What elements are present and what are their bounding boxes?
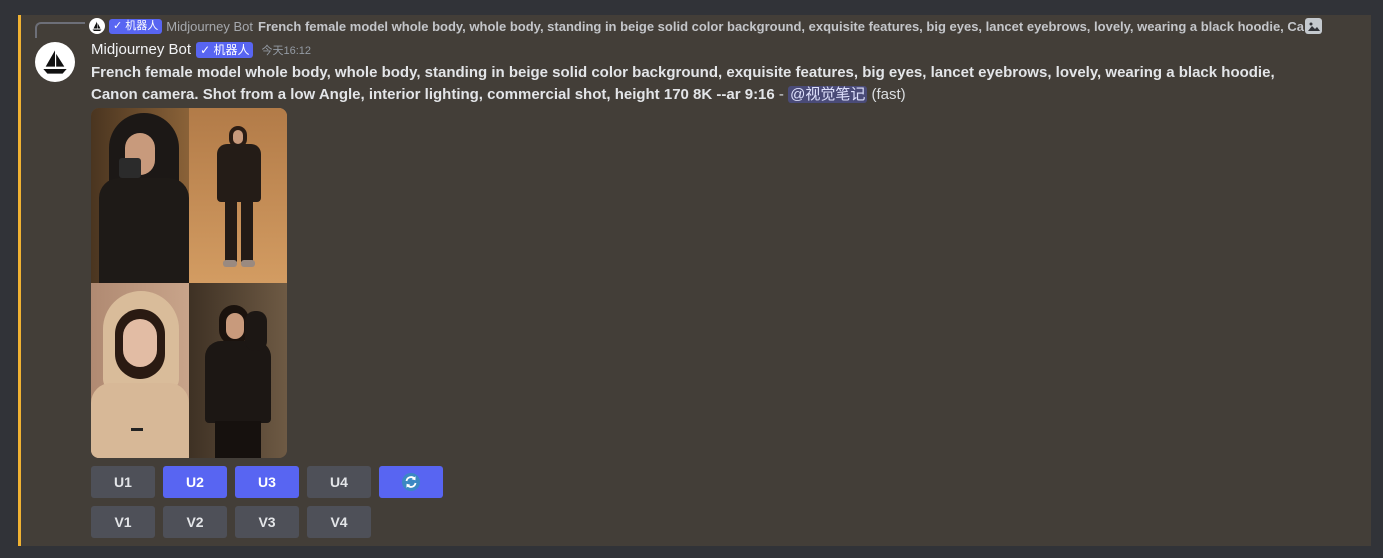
u1-button[interactable]: U1 <box>91 466 155 498</box>
mode-label: (fast) <box>867 86 906 103</box>
variation-button-row: V1 V2 V3 V4 <box>91 506 371 538</box>
reply-reference[interactable]: ✓ 机器人 Midjourney Bot French female model… <box>89 17 1329 35</box>
prompt-text: French female model whole body, whole bo… <box>91 64 1275 103</box>
bot-badge: ✓ 机器人 <box>196 41 254 58</box>
grid-image-4[interactable] <box>189 283 287 458</box>
bot-badge: ✓ 机器人 <box>109 18 163 34</box>
v4-button[interactable]: V4 <box>307 506 371 538</box>
sailboat-icon <box>92 21 102 31</box>
bot-avatar[interactable] <box>35 42 75 82</box>
reply-connector <box>35 22 85 38</box>
v3-button[interactable]: V3 <box>235 506 299 538</box>
sailboat-icon <box>43 50 67 74</box>
image-icon <box>1305 18 1322 34</box>
grid-image-1[interactable] <box>91 108 189 283</box>
grid-image-2[interactable] <box>189 108 287 283</box>
u3-button[interactable]: U3 <box>235 466 299 498</box>
bot-avatar-small[interactable] <box>89 18 105 34</box>
reply-author[interactable]: Midjourney Bot <box>166 19 253 34</box>
timestamp: 今天16:12 <box>261 44 311 57</box>
upscale-button-row: U1 U2 U3 U4 <box>91 466 443 498</box>
v2-button[interactable]: V2 <box>163 506 227 538</box>
grid-image-3[interactable] <box>91 283 189 458</box>
message-content: French female model whole body, whole bo… <box>91 62 1311 106</box>
reroll-button[interactable] <box>379 466 443 498</box>
u2-button[interactable]: U2 <box>163 466 227 498</box>
refresh-icon <box>402 473 420 491</box>
message-header: Midjourney Bot ✓ 机器人 今天16:12 <box>91 41 311 58</box>
separator: - <box>774 86 789 103</box>
reply-text[interactable]: French female model whole body, whole bo… <box>258 19 1329 34</box>
user-mention[interactable]: @视觉笔记 <box>788 86 868 103</box>
image-grid[interactable] <box>91 108 287 458</box>
author-name[interactable]: Midjourney Bot <box>91 41 191 58</box>
u4-button[interactable]: U4 <box>307 466 371 498</box>
v1-button[interactable]: V1 <box>91 506 155 538</box>
